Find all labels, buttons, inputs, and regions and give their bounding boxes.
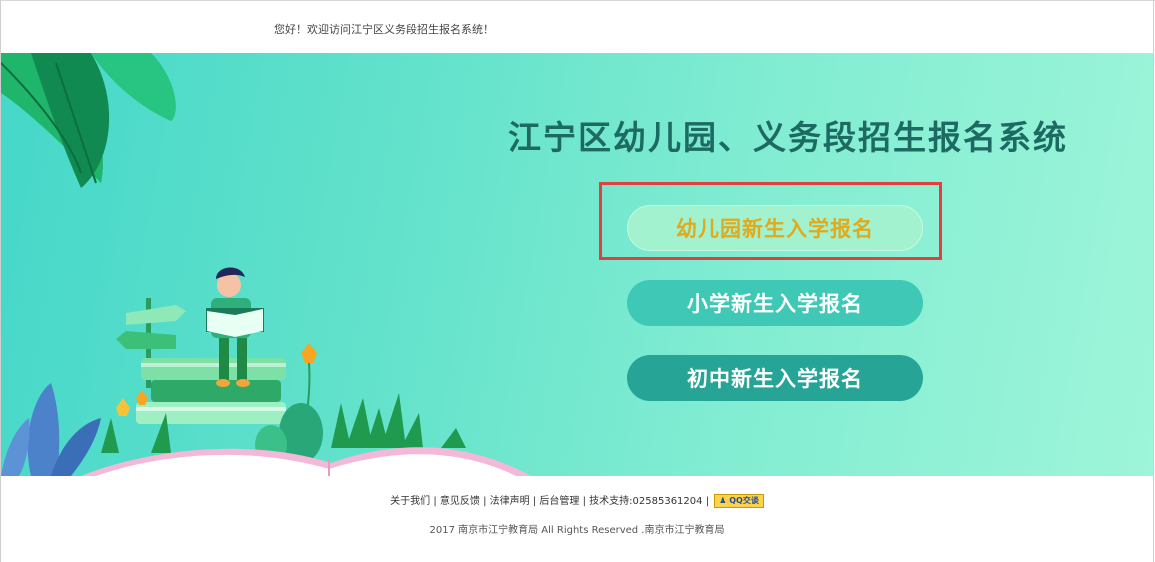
hero-banner: 江宁区幼儿园、义务段招生报名系统 幼儿园新生入学报名 小学新生入学报名 初中新生… bbox=[1, 53, 1153, 476]
leaves-top-left-decoration bbox=[1, 53, 176, 188]
welcome-text: 您好！欢迎访问江宁区义务段招生报名系统！ bbox=[274, 23, 494, 36]
leaves-bottom-left-decoration bbox=[1, 383, 101, 476]
footer-separator: | bbox=[433, 496, 437, 507]
copyright-text: 2017 南京市江宁教育局 All Rights Reserved .南京市江宁… bbox=[429, 525, 725, 536]
footer-separator: | bbox=[705, 496, 710, 507]
primary-school-enrollment-button[interactable]: 小学新生入学报名 bbox=[627, 280, 923, 326]
footer: 关于我们 | 意见反馈 | 法律声明 | 后台管理 | 技术支持:0258536… bbox=[1, 476, 1153, 562]
book-stack-decoration bbox=[136, 358, 286, 424]
admin-link[interactable]: 后台管理 bbox=[539, 492, 579, 507]
highlight-box bbox=[599, 182, 942, 260]
footer-separator: | bbox=[582, 496, 586, 507]
feedback-link[interactable]: 意见反馈 bbox=[440, 492, 480, 507]
footer-separator: | bbox=[483, 496, 487, 507]
legal-notice-link[interactable]: 法律声明 bbox=[490, 492, 530, 507]
system-title: 江宁区幼儿园、义务段招生报名系统 bbox=[508, 118, 1068, 157]
qq-chat-label: QQ交谈 bbox=[729, 496, 759, 505]
qq-icon: ♟ bbox=[719, 496, 727, 505]
top-bar: 您好！欢迎访问江宁区义务段招生报名系统！ bbox=[1, 1, 1153, 53]
footer-separator: | bbox=[532, 496, 537, 507]
window-right-border bbox=[1153, 0, 1154, 562]
middle-school-enrollment-button[interactable]: 初中新生入学报名 bbox=[627, 355, 923, 401]
footer-links: 关于我们 | 意见反馈 | 法律声明 | 后台管理 | 技术支持:0258536… bbox=[1, 492, 1153, 508]
qq-chat-button[interactable]: ♟ QQ交谈 bbox=[714, 494, 764, 508]
about-us-link[interactable]: 关于我们 bbox=[390, 492, 430, 507]
tech-support-text: 技术支持:02585361204 bbox=[589, 496, 703, 507]
